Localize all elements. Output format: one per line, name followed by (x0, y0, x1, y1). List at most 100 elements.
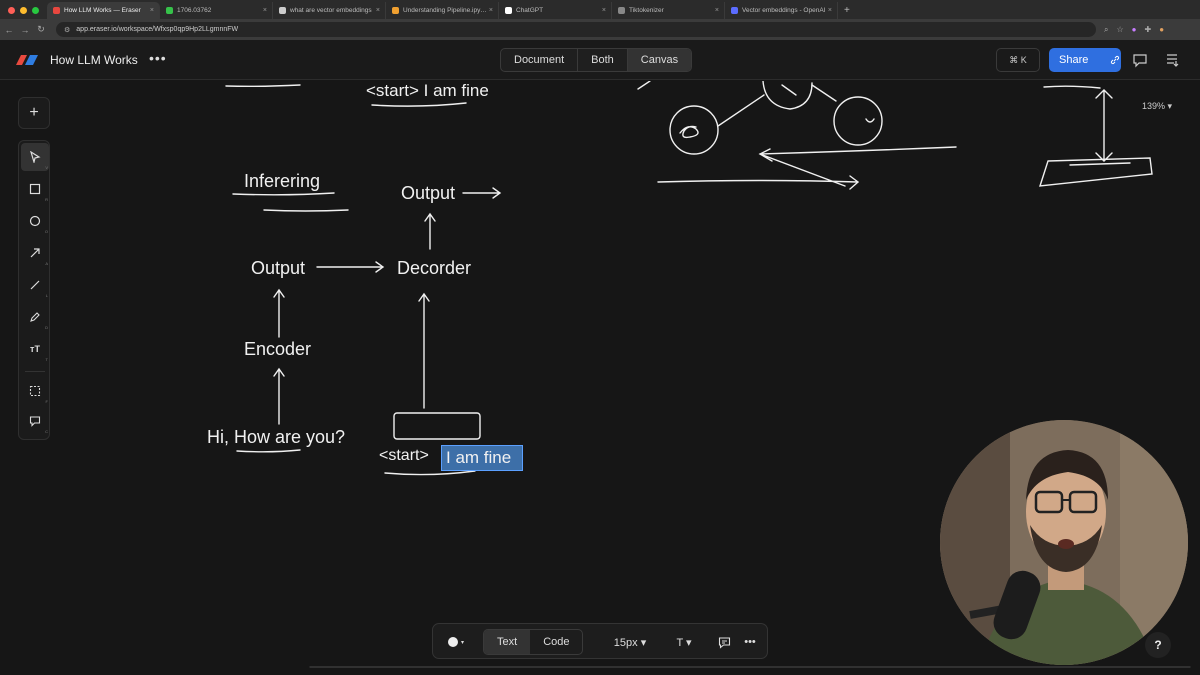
tab-label: what are vector embeddings (290, 7, 372, 14)
close-window-button[interactable] (8, 7, 15, 14)
zoom-window-button[interactable] (32, 7, 39, 14)
sketch-circle (669, 105, 719, 155)
sketch-stroke (1069, 162, 1131, 166)
sketch-scribble (865, 118, 875, 123)
output-left-label[interactable]: Output (251, 258, 305, 279)
sketch-stroke (1043, 85, 1101, 89)
app-header: How LLM Works ••• Document Both Canvas ⌘… (0, 40, 1200, 80)
outline-panel-icon[interactable] (1164, 52, 1180, 68)
top-canvas-text[interactable]: <start> I am fine (366, 81, 489, 101)
presenter-video (940, 420, 1188, 665)
document-menu-button[interactable]: ••• (149, 50, 167, 66)
view-both-button[interactable]: Both (578, 49, 628, 71)
tab-favicon-icon (731, 7, 738, 14)
window-controls (0, 7, 47, 19)
arrow-input-to-encoder (273, 367, 285, 425)
color-picker-button[interactable]: ▾ (443, 630, 469, 654)
profile-icon[interactable]: ● (1159, 25, 1164, 34)
sketch-arrow (657, 175, 860, 190)
underline-stroke (236, 449, 301, 453)
sketch-line (717, 94, 765, 127)
tab-favicon-icon (392, 7, 399, 14)
underline-stroke (263, 209, 349, 212)
font-size-dropdown[interactable]: 15px ▾ (605, 630, 655, 654)
minimize-window-button[interactable] (20, 7, 27, 14)
tab-favicon-icon (505, 7, 512, 14)
sketch-double-arrow (1095, 89, 1113, 162)
arrow-encoder-to-output (273, 288, 285, 338)
sketch-line (811, 84, 837, 102)
tab-favicon-icon (166, 7, 173, 14)
encoder-label[interactable]: Encoder (244, 339, 311, 360)
view-switcher: Document Both Canvas (500, 48, 693, 72)
share-button[interactable]: Share (1049, 48, 1121, 72)
help-button[interactable]: ? (1145, 632, 1171, 658)
eraser-logo-icon[interactable] (14, 55, 40, 65)
tab-close-icon[interactable]: × (376, 7, 380, 14)
inferering-label[interactable]: Inferering (244, 171, 320, 192)
link-icon (1111, 55, 1120, 65)
comment-icon (718, 636, 730, 649)
back-icon[interactable]: ← (2, 25, 16, 35)
underline-stroke (384, 470, 476, 476)
browser-tab[interactable]: How LLM Works — Eraser × (47, 2, 160, 19)
input-box-shape (393, 412, 481, 440)
tab-label: Understanding Pipeline.ipynb (403, 7, 487, 14)
browser-tab[interactable]: Vector embeddings - OpenAI × (725, 2, 838, 19)
tab-label: 1706.03762 (177, 7, 212, 14)
tab-label: Tiktokenizer (629, 7, 664, 14)
extensions-puzzle-icon[interactable]: ✚ (1145, 25, 1152, 34)
tab-close-icon[interactable]: × (602, 7, 606, 14)
selected-text-box[interactable]: I am fine (441, 445, 523, 471)
browser-tab[interactable]: what are vector embeddings × (273, 2, 386, 19)
underline-stroke (225, 84, 301, 88)
more-options-button[interactable]: ••• (739, 630, 761, 654)
arrow-output-to-decoder (316, 261, 385, 273)
url-field[interactable]: ⚙ app.eraser.io/workspace/Wfxsp0qp9Hp2LL… (56, 22, 1096, 37)
arrow-to-decoder (418, 292, 430, 409)
command-palette-button[interactable]: ⌘ K (996, 48, 1040, 72)
forward-icon[interactable]: → (18, 25, 32, 35)
zoom-level-button[interactable]: 139% ▾ (1142, 101, 1172, 112)
browser-tab[interactable]: 1706.03762 × (160, 2, 273, 19)
comment-button[interactable] (713, 630, 735, 654)
site-info-icon[interactable]: ⚙ (64, 26, 70, 34)
sketch-stroke (781, 84, 797, 96)
zoom-icon[interactable]: ⌕ (1104, 25, 1108, 35)
tab-label: How LLM Works — Eraser (64, 7, 141, 14)
view-canvas-button[interactable]: Canvas (627, 49, 692, 71)
sketch-parallelogram (1039, 157, 1153, 187)
output-top-label[interactable]: Output (401, 183, 455, 204)
browser-tab[interactable]: ChatGPT × (499, 2, 612, 19)
text-mode-switcher: Text Code (483, 629, 584, 655)
reload-icon[interactable]: ↻ (34, 24, 48, 35)
new-tab-button[interactable]: + (838, 5, 856, 19)
browser-tab[interactable]: Understanding Pipeline.ipynb × (386, 2, 499, 19)
view-document-button[interactable]: Document (501, 49, 579, 71)
tab-close-icon[interactable]: × (715, 7, 719, 14)
text-style-dropdown[interactable]: T ▾ (671, 630, 697, 654)
sketch-scribble (679, 125, 699, 139)
text-format-toolbar: ▾ Text Code 15px ▾ T ▾ ••• (432, 623, 768, 659)
start-token-label[interactable]: <start> (379, 447, 429, 465)
tab-favicon-icon (53, 7, 60, 14)
input-sentence-label[interactable]: Hi, How are you? (207, 427, 345, 448)
tab-close-icon[interactable]: × (150, 7, 154, 14)
tab-close-icon[interactable]: × (489, 7, 493, 14)
share-label: Share (1059, 54, 1089, 66)
comments-icon[interactable] (1132, 52, 1148, 68)
tab-close-icon[interactable]: × (828, 7, 832, 14)
tab-label: Vector embeddings - OpenAI (742, 7, 826, 14)
bookmark-star-icon[interactable]: ☆ (1116, 25, 1123, 34)
extension-icon[interactable]: ● (1132, 25, 1137, 34)
sketch-circle (762, 81, 813, 110)
document-title[interactable]: How LLM Works (50, 53, 138, 67)
code-mode-button[interactable]: Code (530, 630, 582, 654)
arrow-decoder-to-output (424, 212, 436, 250)
text-mode-button[interactable]: Text (484, 630, 531, 654)
tab-close-icon[interactable]: × (263, 7, 267, 14)
underline-stroke (232, 192, 335, 196)
decorder-label[interactable]: Decorder (397, 258, 471, 279)
webcam-overlay (940, 420, 1188, 665)
browser-tab[interactable]: Tiktokenizer × (612, 2, 725, 19)
